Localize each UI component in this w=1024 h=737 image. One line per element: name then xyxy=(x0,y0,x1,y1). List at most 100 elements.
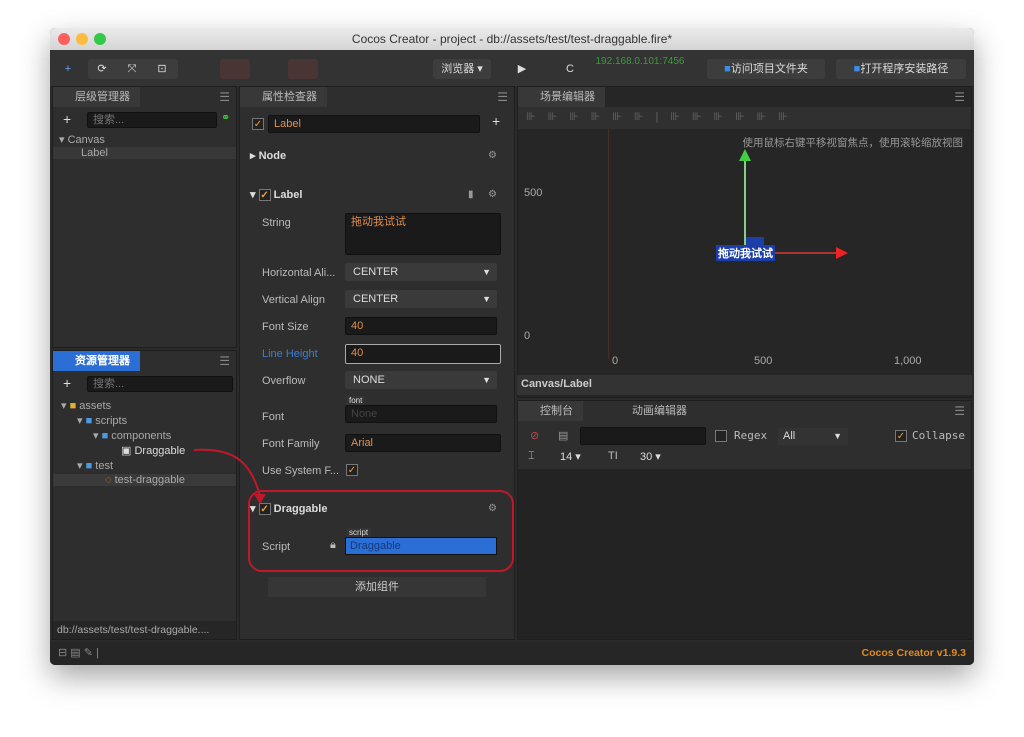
link-icon[interactable]: ⚭ xyxy=(221,111,230,124)
reload-button[interactable]: C xyxy=(560,59,580,79)
minimize-button[interactable] xyxy=(76,33,88,45)
node-active-checkbox[interactable]: ✓ xyxy=(252,118,264,130)
fontsize-input[interactable]: 40 xyxy=(345,317,497,335)
valign-label: Vertical Align xyxy=(262,294,325,306)
play-button[interactable]: ▶ xyxy=(512,59,532,79)
tree-node-label[interactable]: Label xyxy=(53,147,236,159)
script-label: Script xyxy=(262,541,291,553)
script-type-tag: script xyxy=(346,528,372,537)
inspector-panel: 属性检查器 ☰ ✓ Label + ▸ Node ⚙ ▾ ✓ Label ▮ ⚙… xyxy=(239,86,515,640)
label-section-header[interactable]: ▾ ✓ Label xyxy=(250,188,302,202)
hierarchy-panel: 层级管理器 ☰ + ⚭ ▾ Canvas Label xyxy=(52,86,237,348)
pivot-toggle[interactable] xyxy=(288,59,318,79)
scene-tab[interactable]: 场景编辑器 xyxy=(518,87,605,107)
lock-icon: 🔒︎ xyxy=(330,539,336,551)
rect-tool-icon[interactable]: ⊡ xyxy=(152,59,172,79)
font-label: Font xyxy=(262,411,285,423)
close-button[interactable] xyxy=(58,33,70,45)
help-icon[interactable]: ▮ xyxy=(468,189,474,200)
drag-arrow-annotation xyxy=(193,448,266,504)
collapse-label: Collapse xyxy=(912,429,965,442)
node-name-input[interactable]: Label xyxy=(268,115,480,133)
add-component-button[interactable]: 添加组件 xyxy=(268,577,486,597)
js-file-icon: ▣ xyxy=(121,445,132,457)
tree-node-canvas[interactable]: ▾ Canvas xyxy=(59,133,105,146)
open-project-folder-button[interactable]: ■访问项目文件夹 xyxy=(707,59,825,79)
clear-icon[interactable]: ⊘ xyxy=(530,429,539,442)
animation-tab[interactable]: 动画编辑器 xyxy=(610,401,697,421)
halign-select[interactable]: CENTER ▼ xyxy=(345,263,497,281)
halign-label: Horizontal Ali... xyxy=(262,267,336,279)
add-node-icon[interactable]: + xyxy=(63,111,71,127)
tree-folder-test[interactable]: ▾ ■ test xyxy=(77,459,113,472)
status-icons[interactable]: ⊟ ▤ ✎ | xyxy=(58,646,99,659)
status-bar: ⊟ ▤ ✎ | Cocos Creator v1.9.3 xyxy=(50,642,974,665)
version-label: Cocos Creator v1.9.3 xyxy=(861,647,966,659)
zoom-button[interactable] xyxy=(94,33,106,45)
line-height-icon: TI xyxy=(608,450,618,462)
regex-checkbox[interactable] xyxy=(715,430,727,442)
hierarchy-search-input[interactable] xyxy=(87,112,217,128)
scene-label-node[interactable]: 拖动我试试 xyxy=(716,245,775,261)
overflow-select[interactable]: NONE ▼ xyxy=(345,371,497,389)
editor-window: Cocos Creator - project - db://assets/te… xyxy=(50,28,974,665)
node-section-header[interactable]: ▸ Node xyxy=(250,149,286,162)
script-asset-field[interactable]: Draggable xyxy=(345,537,497,555)
menu-icon[interactable]: ☰ xyxy=(954,404,965,418)
y-gizmo-arrow-icon[interactable] xyxy=(739,149,751,161)
inspector-tab[interactable]: 属性检查器 xyxy=(240,87,327,107)
font-asset-field[interactable]: None xyxy=(345,405,497,423)
fontfamily-label: Font Family xyxy=(262,438,320,450)
menu-icon[interactable]: ☰ xyxy=(954,90,965,104)
open-log-icon[interactable]: ▤ xyxy=(558,429,568,442)
font-size-select[interactable]: 14 ▾ xyxy=(560,450,581,463)
collapse-checkbox[interactable]: ✓ xyxy=(895,430,907,442)
gear-icon[interactable]: ⚙ xyxy=(488,503,497,514)
hierarchy-tab[interactable]: 层级管理器 xyxy=(53,87,140,107)
fontsize-label: Font Size xyxy=(262,321,309,333)
scale-tool-icon[interactable]: ⤧ xyxy=(122,59,142,79)
console-filter-input[interactable] xyxy=(580,427,706,445)
local-toggle[interactable] xyxy=(220,59,250,79)
x-gizmo-arrow-icon[interactable] xyxy=(836,247,848,259)
assets-search-input[interactable] xyxy=(87,376,233,392)
gear-icon[interactable]: ⚙ xyxy=(488,150,497,161)
menu-icon[interactable]: ☰ xyxy=(219,90,230,104)
add-asset-icon[interactable]: + xyxy=(63,375,71,391)
console-tab[interactable]: 控制台 xyxy=(518,401,583,421)
node-path-bar: Canvas/Label xyxy=(517,375,972,395)
font-size-icon: ⌶ xyxy=(528,450,535,462)
regex-label: Regex xyxy=(734,429,768,442)
rotate-tool-icon[interactable]: ⟳ xyxy=(92,59,112,79)
tree-folder-scripts[interactable]: ▾ ■ scripts xyxy=(77,414,127,427)
align-toolbar[interactable]: ⊪⊪⊪⊪⊪⊪|⊪⊪⊪⊪⊪⊪ xyxy=(518,107,971,129)
usesys-label: Use System F... xyxy=(262,465,340,477)
window-title: Cocos Creator - project - db://assets/te… xyxy=(351,32,673,46)
assets-tab[interactable]: 资源管理器 xyxy=(53,351,140,371)
scene-hint: 使用鼠标右键平移视窗焦点，使用滚轮缩放视图 xyxy=(742,137,964,149)
menu-icon[interactable]: ☰ xyxy=(497,90,508,104)
tree-folder-components[interactable]: ▾ ■ components xyxy=(93,429,171,442)
tree-folder-assets[interactable]: ▾ ■ assets xyxy=(61,399,111,412)
x-tick: 1,000 xyxy=(894,355,922,367)
open-install-path-button[interactable]: ■打开程序安装路径 xyxy=(836,59,966,79)
font-type-tag: font xyxy=(346,396,366,405)
add-icon[interactable]: + xyxy=(492,113,500,129)
preview-ip[interactable]: 192.168.0.101:7456 xyxy=(580,52,700,72)
menu-icon[interactable]: ☰ xyxy=(219,354,230,368)
use-system-font-checkbox[interactable]: ✓ xyxy=(346,464,358,476)
fontfamily-input[interactable]: Arial xyxy=(345,434,501,452)
line-height-select[interactable]: 30 ▾ xyxy=(640,450,661,463)
lineheight-input[interactable]: 40 xyxy=(345,344,501,364)
add-icon[interactable]: + xyxy=(58,59,78,79)
log-level-select[interactable]: All ▼ xyxy=(778,428,848,445)
valign-select[interactable]: CENTER ▼ xyxy=(345,290,497,308)
gear-icon[interactable]: ⚙ xyxy=(488,189,497,200)
title-bar: Cocos Creator - project - db://assets/te… xyxy=(50,28,974,50)
x-tick: 0 xyxy=(612,355,619,367)
toolbar: + ⟳ ⤧ ⊡ 浏览器 ▾ ▶ C 192.168.0.101:7456 ■访问… xyxy=(50,50,974,86)
preview-platform-select[interactable]: 浏览器 ▾ xyxy=(433,59,491,79)
console-panel: 控制台 动画编辑器 ☰ ⊘ ▤ Regex All ▼ ✓ Collapse ⌶ … xyxy=(517,400,972,640)
tree-script-draggable[interactable]: ▣ Draggable xyxy=(121,444,185,457)
string-textarea[interactable]: 拖动我试试 xyxy=(345,213,501,255)
